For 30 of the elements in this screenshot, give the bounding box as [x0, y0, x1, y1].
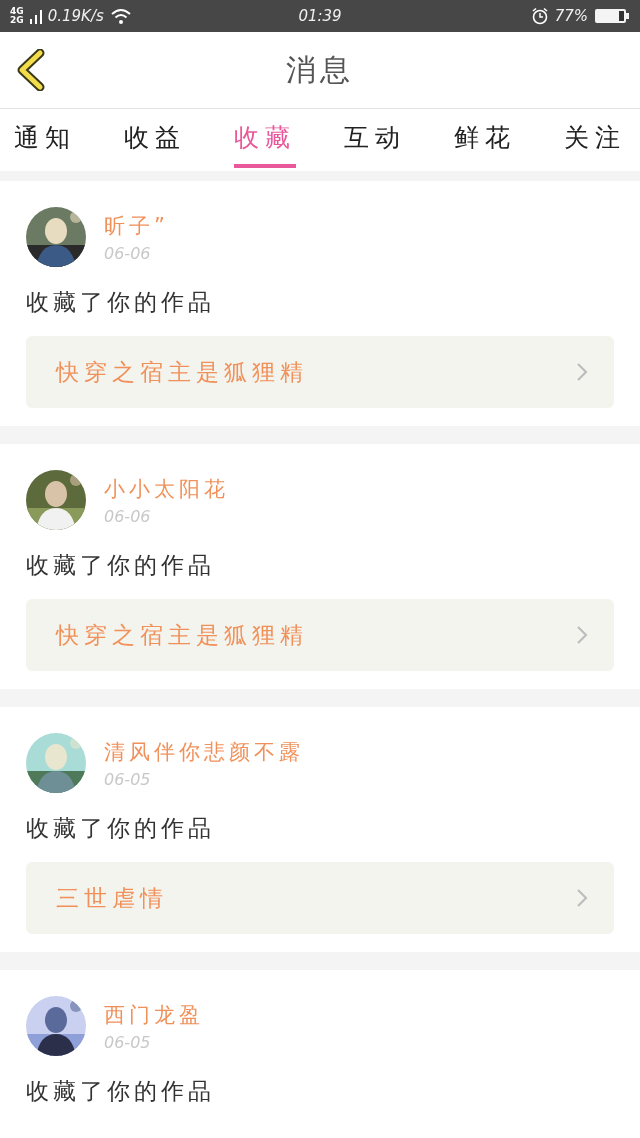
alarm-icon	[530, 7, 549, 25]
tab[interactable]: 关注	[564, 112, 626, 168]
message-text: 收藏了你的作品	[26, 551, 216, 580]
chevron-right-icon	[576, 625, 588, 645]
message-text: 收藏了你的作品	[26, 814, 216, 843]
user-name[interactable]: 小小太阳花	[104, 474, 229, 503]
chevron-right-icon	[576, 888, 588, 908]
tab[interactable]: 通知	[14, 112, 76, 168]
user-name[interactable]: 昕子”	[104, 211, 169, 240]
network-speed: 0.19K/s	[47, 7, 104, 25]
tab[interactable]: 互动	[344, 112, 406, 168]
wifi-icon	[109, 7, 132, 25]
work-link[interactable]: 三世虐情	[26, 862, 614, 934]
message-text: 收藏了你的作品	[26, 1077, 216, 1106]
battery-icon	[594, 7, 630, 25]
user-name[interactable]: 西门龙盈	[104, 1000, 204, 1029]
message-text: 收藏了你的作品	[26, 288, 216, 317]
chevron-right-icon	[576, 362, 588, 382]
tab[interactable]: 鲜花	[454, 112, 516, 168]
tab[interactable]: 收益	[124, 112, 186, 168]
page-title: 消息	[286, 50, 354, 89]
work-link[interactable]: 快穿之宿主是狐狸精	[26, 336, 614, 408]
battery-percent: 77%	[554, 7, 588, 25]
user-name[interactable]: 清风伴你悲颜不露	[104, 737, 304, 766]
signal-icon	[29, 7, 42, 25]
tab[interactable]: 收藏	[234, 112, 296, 168]
clock: 01:39	[298, 7, 342, 25]
network-label: 4G	[10, 7, 24, 16]
network-label: 2G	[10, 16, 24, 25]
work-link[interactable]: 快穿之宿主是狐狸精	[26, 599, 614, 671]
